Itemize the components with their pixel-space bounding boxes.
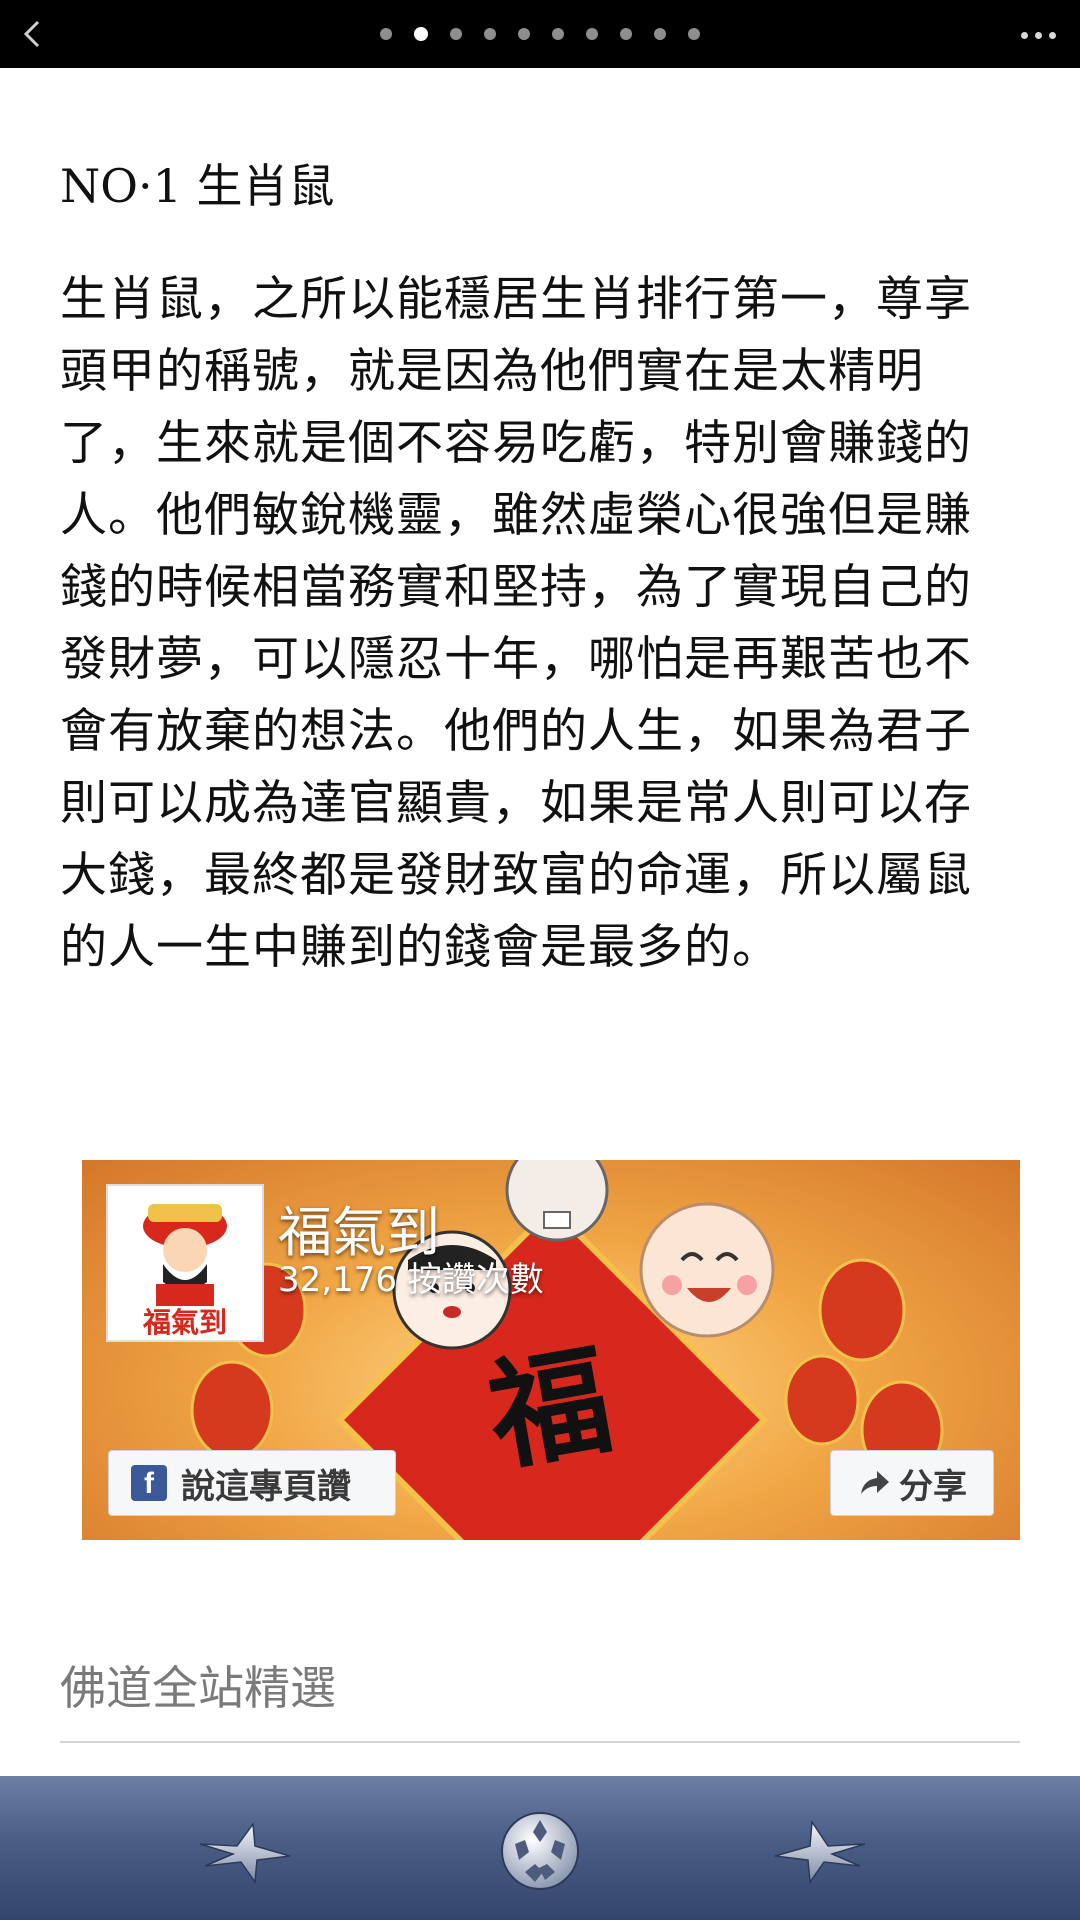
page-indicator — [0, 0, 1080, 68]
nav-item-left[interactable] — [190, 1796, 300, 1906]
more-options-button[interactable] — [1008, 20, 1068, 50]
page-dot[interactable] — [450, 28, 462, 40]
caishen-logo: 福氣到 — [108, 1186, 262, 1340]
page-dot[interactable] — [620, 28, 632, 40]
share-button[interactable]: 分享 — [830, 1450, 994, 1516]
top-bar — [0, 0, 1080, 68]
dot-icon — [1034, 31, 1042, 39]
page-dot[interactable] — [518, 28, 530, 40]
page-dot[interactable] — [586, 28, 598, 40]
page-dot[interactable] — [484, 28, 496, 40]
facebook-page-widget[interactable]: 福 福氣到 福氣到 32,176 按讚次數 f 說這專頁讚 分享 — [82, 1160, 1020, 1540]
dot-icon — [1020, 31, 1028, 39]
ball-icon — [501, 1812, 579, 1890]
nav-item-center[interactable] — [485, 1796, 595, 1906]
facebook-icon: f — [131, 1465, 167, 1501]
share-button-label: 分享 — [899, 1466, 967, 1507]
like-count: 32,176 按讚次數 — [278, 1260, 544, 1300]
divider — [60, 1741, 1020, 1743]
like-button-label: 說這專頁讚 — [181, 1466, 351, 1507]
page-dot[interactable] — [688, 28, 700, 40]
section-title: 佛道全站精選 — [60, 1661, 336, 1715]
page-dot-active[interactable] — [414, 27, 428, 41]
page-dot[interactable] — [654, 28, 666, 40]
svg-text:福: 福 — [478, 1329, 622, 1489]
dot-icon — [1048, 31, 1056, 39]
logo-text: 福氣到 — [142, 1306, 227, 1339]
page-avatar[interactable]: 福氣到 — [106, 1184, 264, 1342]
page-dot[interactable] — [552, 28, 564, 40]
article-body: 生肖鼠，之所以能穩居生肖排行第一，尊享頭甲的稱號，就是因為他們實在是太精明了，生… — [60, 272, 972, 975]
nav-item-right[interactable] — [765, 1796, 875, 1906]
star-left-icon — [199, 1821, 291, 1885]
like-page-button[interactable]: f 說這專頁讚 — [108, 1450, 396, 1516]
share-arrow-icon — [861, 1471, 889, 1494]
bottom-nav-bar — [0, 1776, 1080, 1920]
article-title: NO·1 生肖鼠 — [60, 159, 335, 213]
page-dot[interactable] — [380, 28, 392, 40]
star-right-icon — [774, 1819, 866, 1885]
